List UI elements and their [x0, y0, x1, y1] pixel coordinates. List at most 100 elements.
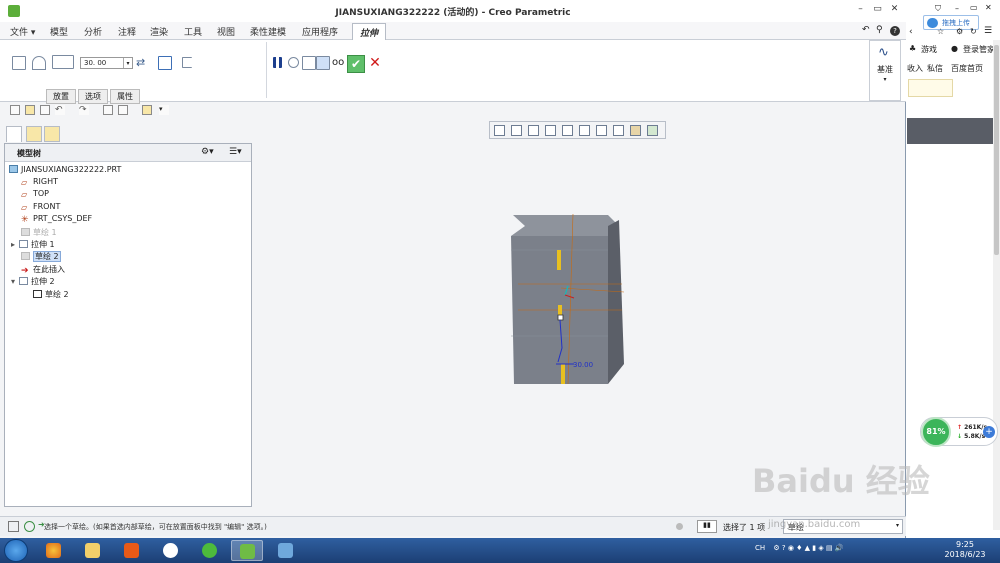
datum-button[interactable]: ∿ 基准 ▾: [869, 40, 901, 101]
income-link[interactable]: 收入: [907, 63, 923, 74]
tree-item-sketch-2-child[interactable]: 草绘 2: [33, 289, 69, 300]
folder-browser-icon[interactable]: [26, 126, 42, 142]
tab-analysis[interactable]: 分析: [84, 25, 102, 38]
depth-handle-square[interactable]: [557, 314, 564, 321]
tree-item-extrude-2[interactable]: ▾ 拉伸 2: [11, 276, 55, 287]
new-icon[interactable]: [10, 105, 20, 115]
favorite-star-icon[interactable]: ☆: [937, 27, 944, 36]
zoom-out-icon[interactable]: [528, 125, 539, 136]
depth-dimension-label[interactable]: 30.00: [573, 361, 593, 369]
minimize-button[interactable]: –: [955, 4, 959, 13]
close-button[interactable]: ✕: [985, 3, 992, 12]
view-manager-icon[interactable]: [596, 125, 607, 136]
menu-icon[interactable]: ☰: [984, 26, 992, 36]
browser-toggle-icon[interactable]: [24, 521, 35, 532]
rotate-icon[interactable]: ↻: [970, 27, 977, 36]
redo-icon[interactable]: ↷: [79, 105, 89, 115]
file-menu[interactable]: 文件 ▾: [10, 25, 35, 38]
verify-icon[interactable]: [316, 56, 330, 70]
login-link[interactable]: 登录管家: [963, 44, 995, 55]
tree-item-right[interactable]: ▱ RIGHT: [21, 177, 58, 187]
solid-icon[interactable]: [12, 56, 26, 70]
system-clock[interactable]: 9:25 2018/6/23: [936, 540, 994, 560]
tree-item-front[interactable]: ▱ FRONT: [21, 202, 60, 212]
baidu-home-link[interactable]: 百度首页: [951, 63, 983, 74]
start-button[interactable]: [4, 539, 28, 562]
restore-button[interactable]: ▭: [970, 3, 978, 12]
model-tree-tab-icon[interactable]: [6, 126, 22, 142]
tree-item-extrude-1[interactable]: ▸ 拉伸 1: [11, 239, 55, 250]
tab-render[interactable]: 渲染: [150, 25, 168, 38]
refit-icon[interactable]: [494, 125, 505, 136]
tab-tools[interactable]: 工具: [184, 25, 202, 38]
flip-direction-icon[interactable]: ⇄: [136, 56, 150, 70]
taskbar-app-explorer[interactable]: [77, 540, 109, 561]
taskbar-app-360[interactable]: [194, 540, 226, 561]
tab-view[interactable]: 视图: [217, 25, 235, 38]
drag-handle[interactable]: [558, 305, 562, 315]
windows-icon[interactable]: [118, 105, 128, 115]
cancel-x-icon[interactable]: ✕: [368, 55, 382, 71]
chevron-right-icon[interactable]: ▸: [11, 240, 19, 249]
no-preview-icon[interactable]: [288, 57, 299, 68]
depth-option-icon[interactable]: [52, 55, 74, 69]
network-speed-widget[interactable]: 81% ↑ 261K/s ↓ 5.8K/s +: [920, 417, 998, 447]
tab-annotate[interactable]: 注释: [118, 25, 136, 38]
minimize-button[interactable]: –: [855, 4, 866, 15]
shirt-icon[interactable]: ⛉: [935, 4, 941, 14]
regenerate-icon[interactable]: [103, 105, 113, 115]
taskbar-app-paint[interactable]: [270, 540, 302, 561]
surface-icon[interactable]: [32, 56, 46, 70]
thicken-icon[interactable]: [182, 57, 192, 68]
taskbar-app-browser[interactable]: [38, 540, 70, 561]
remove-material-icon[interactable]: [158, 56, 172, 70]
tree-item-part[interactable]: JIANSUXIANG322222.PRT: [9, 165, 121, 174]
tree-item-sketch-2[interactable]: 草绘 2: [21, 251, 61, 262]
customize-icon[interactable]: ▾: [159, 105, 169, 115]
search-icon[interactable]: ⚲: [876, 25, 883, 35]
tree-item-top[interactable]: ▱ TOP: [21, 189, 49, 199]
drag-handle[interactable]: [561, 364, 565, 384]
help-icon[interactable]: ?: [890, 26, 900, 36]
zoom-in-icon[interactable]: [511, 125, 522, 136]
chevron-down-icon[interactable]: ▾: [123, 58, 132, 68]
back-icon[interactable]: ‹: [909, 27, 913, 37]
open-icon[interactable]: [25, 105, 35, 115]
depth-input[interactable]: 30. 00 ▾: [80, 57, 133, 69]
tab-applications[interactable]: 应用程序: [302, 25, 338, 38]
pause-icon[interactable]: [273, 57, 282, 68]
scrollbar-thumb[interactable]: [994, 45, 999, 255]
datum-display-icon[interactable]: [613, 125, 624, 136]
tab-flexible-modeling[interactable]: 柔性建模: [250, 25, 286, 38]
show-icon[interactable]: ☰▾: [229, 147, 242, 157]
saved-orientations-icon[interactable]: [579, 125, 590, 136]
save-icon[interactable]: [40, 105, 50, 115]
preview-geometry-icon[interactable]: [302, 56, 316, 70]
drag-handle[interactable]: [557, 250, 561, 270]
glasses-icon[interactable]: oo: [332, 57, 346, 71]
input-language[interactable]: CH: [755, 544, 765, 552]
tree-item-csys[interactable]: ✳ PRT_CSYS_DEF: [21, 214, 92, 225]
repaint-icon[interactable]: [545, 125, 556, 136]
ok-check-icon[interactable]: ✔: [347, 55, 365, 73]
taskbar-app-media[interactable]: [116, 540, 148, 561]
scrollbar[interactable]: [993, 40, 1000, 530]
back-arrow-icon[interactable]: ↶: [862, 25, 870, 35]
navigator-toggle-icon[interactable]: [8, 521, 19, 532]
display-style-icon[interactable]: [562, 125, 573, 136]
plus-icon[interactable]: +: [983, 426, 995, 438]
messages-link[interactable]: 私信: [927, 63, 943, 74]
tree-item-insert-here[interactable]: ➔ 在此插入: [21, 264, 65, 276]
tab-model[interactable]: 模型: [50, 25, 68, 38]
tab-extrude[interactable]: 拉伸: [352, 23, 387, 40]
tools-icon[interactable]: ⚙: [956, 27, 963, 36]
close-button[interactable]: ✕: [889, 4, 900, 15]
close-window-icon[interactable]: [142, 105, 152, 115]
annotation-display-icon[interactable]: [630, 125, 641, 136]
favorites-icon[interactable]: [44, 126, 60, 142]
tray-icons[interactable]: ⚙ ? ◉ ♦ ▲ ▮ ◈ ▤ 🔊: [773, 544, 843, 552]
tree-item-sketch-1[interactable]: 草绘 1: [21, 227, 57, 238]
settings-icon[interactable]: ⚙▾: [201, 147, 214, 157]
restore-button[interactable]: ▭: [872, 4, 883, 15]
undo-icon[interactable]: ↶: [55, 105, 65, 115]
